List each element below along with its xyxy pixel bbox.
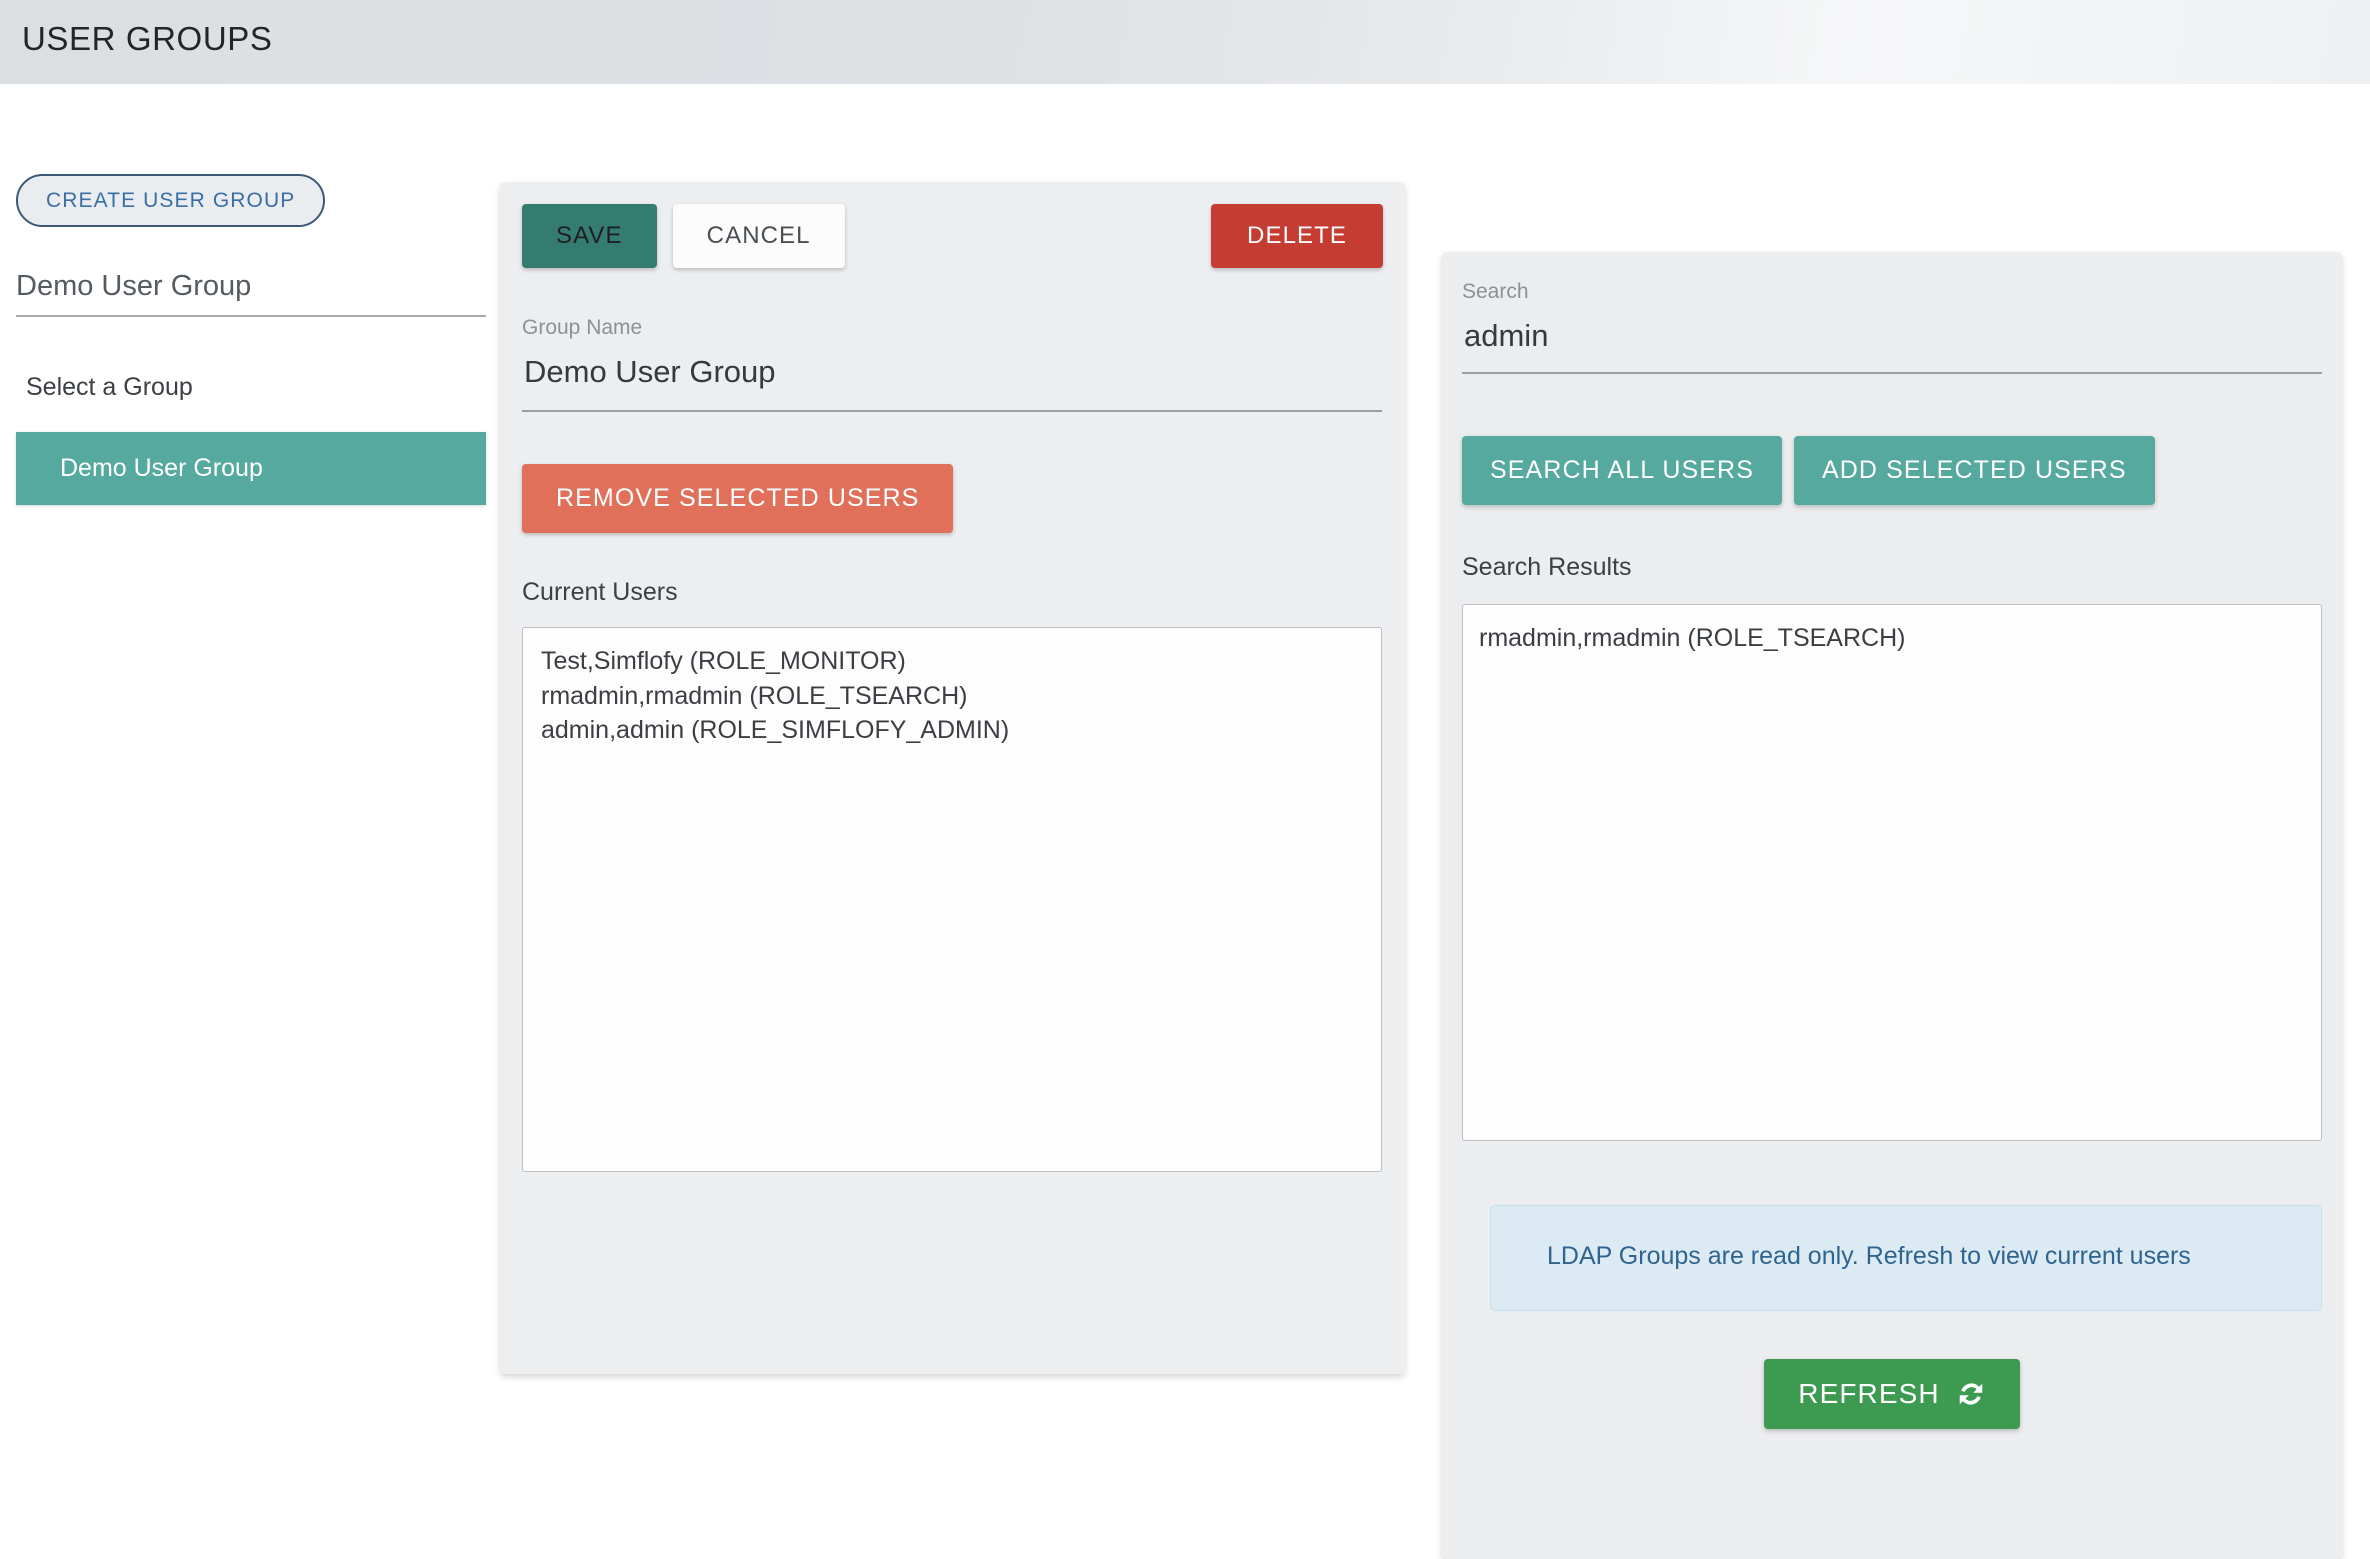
cancel-button[interactable]: CANCEL xyxy=(673,204,845,268)
refresh-button-label: REFRESH xyxy=(1798,1378,1940,1410)
search-input-underline xyxy=(1462,372,2322,374)
remove-selected-users-button[interactable]: REMOVE SELECTED USERS xyxy=(522,464,953,533)
app-header: USER GROUPS xyxy=(0,0,2370,84)
group-name-input[interactable]: Demo User Group xyxy=(522,340,1383,410)
save-button[interactable]: SAVE xyxy=(522,204,657,268)
user-search-panel: Search admin SEARCH ALL USERS ADD SELECT… xyxy=(1442,252,2342,1559)
sidebar: CREATE USER GROUP Demo User Group Select… xyxy=(16,174,486,505)
select-a-group-label: Select a Group xyxy=(16,373,486,402)
search-all-users-button[interactable]: SEARCH ALL USERS xyxy=(1462,436,1782,505)
page-title: USER GROUPS xyxy=(22,20,272,58)
group-name-underline xyxy=(522,410,1382,412)
sync-icon xyxy=(1956,1379,1986,1409)
delete-button[interactable]: DELETE xyxy=(1211,204,1383,268)
refresh-button-row: REFRESH xyxy=(1462,1359,2322,1429)
group-detail-content: SAVE CANCEL Group Name Demo User Group R… xyxy=(522,204,1383,1172)
list-item[interactable]: rmadmin,rmadmin (ROLE_TSEARCH) xyxy=(1479,621,2305,656)
list-item[interactable]: Test,Simflofy (ROLE_MONITOR) xyxy=(541,644,1363,679)
search-label: Search xyxy=(1462,280,2322,304)
search-input[interactable]: admin xyxy=(1462,304,2322,372)
search-results-label: Search Results xyxy=(1462,553,2322,582)
search-results-listbox[interactable]: rmadmin,rmadmin (ROLE_TSEARCH) xyxy=(1462,604,2322,1141)
refresh-button[interactable]: REFRESH xyxy=(1764,1359,2020,1429)
current-users-listbox[interactable]: Test,Simflofy (ROLE_MONITOR) rmadmin,rma… xyxy=(522,627,1382,1172)
selected-group-heading: Demo User Group xyxy=(16,270,486,315)
current-users-label: Current Users xyxy=(522,578,1383,607)
group-list: Demo User Group xyxy=(16,432,486,505)
list-item[interactable]: rmadmin,rmadmin (ROLE_TSEARCH) xyxy=(541,679,1363,714)
ldap-info-box: LDAP Groups are read only. Refresh to vi… xyxy=(1490,1205,2322,1311)
group-detail-panel: SAVE CANCEL Group Name Demo User Group R… xyxy=(500,182,1405,1374)
user-search-content: Search admin SEARCH ALL USERS ADD SELECT… xyxy=(1462,280,2322,1429)
add-selected-users-button[interactable]: ADD SELECTED USERS xyxy=(1794,436,2155,505)
page-body: CREATE USER GROUP Demo User Group Select… xyxy=(0,84,2370,1496)
list-item[interactable]: admin,admin (ROLE_SIMFLOFY_ADMIN) xyxy=(541,713,1363,748)
create-user-group-button[interactable]: CREATE USER GROUP xyxy=(16,174,325,227)
sidebar-item-demo-user-group[interactable]: Demo User Group xyxy=(16,432,486,505)
ldap-info-message: LDAP Groups are read only. Refresh to vi… xyxy=(1547,1236,2281,1276)
sidebar-divider xyxy=(16,315,486,317)
group-name-label: Group Name xyxy=(522,316,1383,340)
search-action-button-row: SEARCH ALL USERS ADD SELECTED USERS xyxy=(1462,436,2322,505)
